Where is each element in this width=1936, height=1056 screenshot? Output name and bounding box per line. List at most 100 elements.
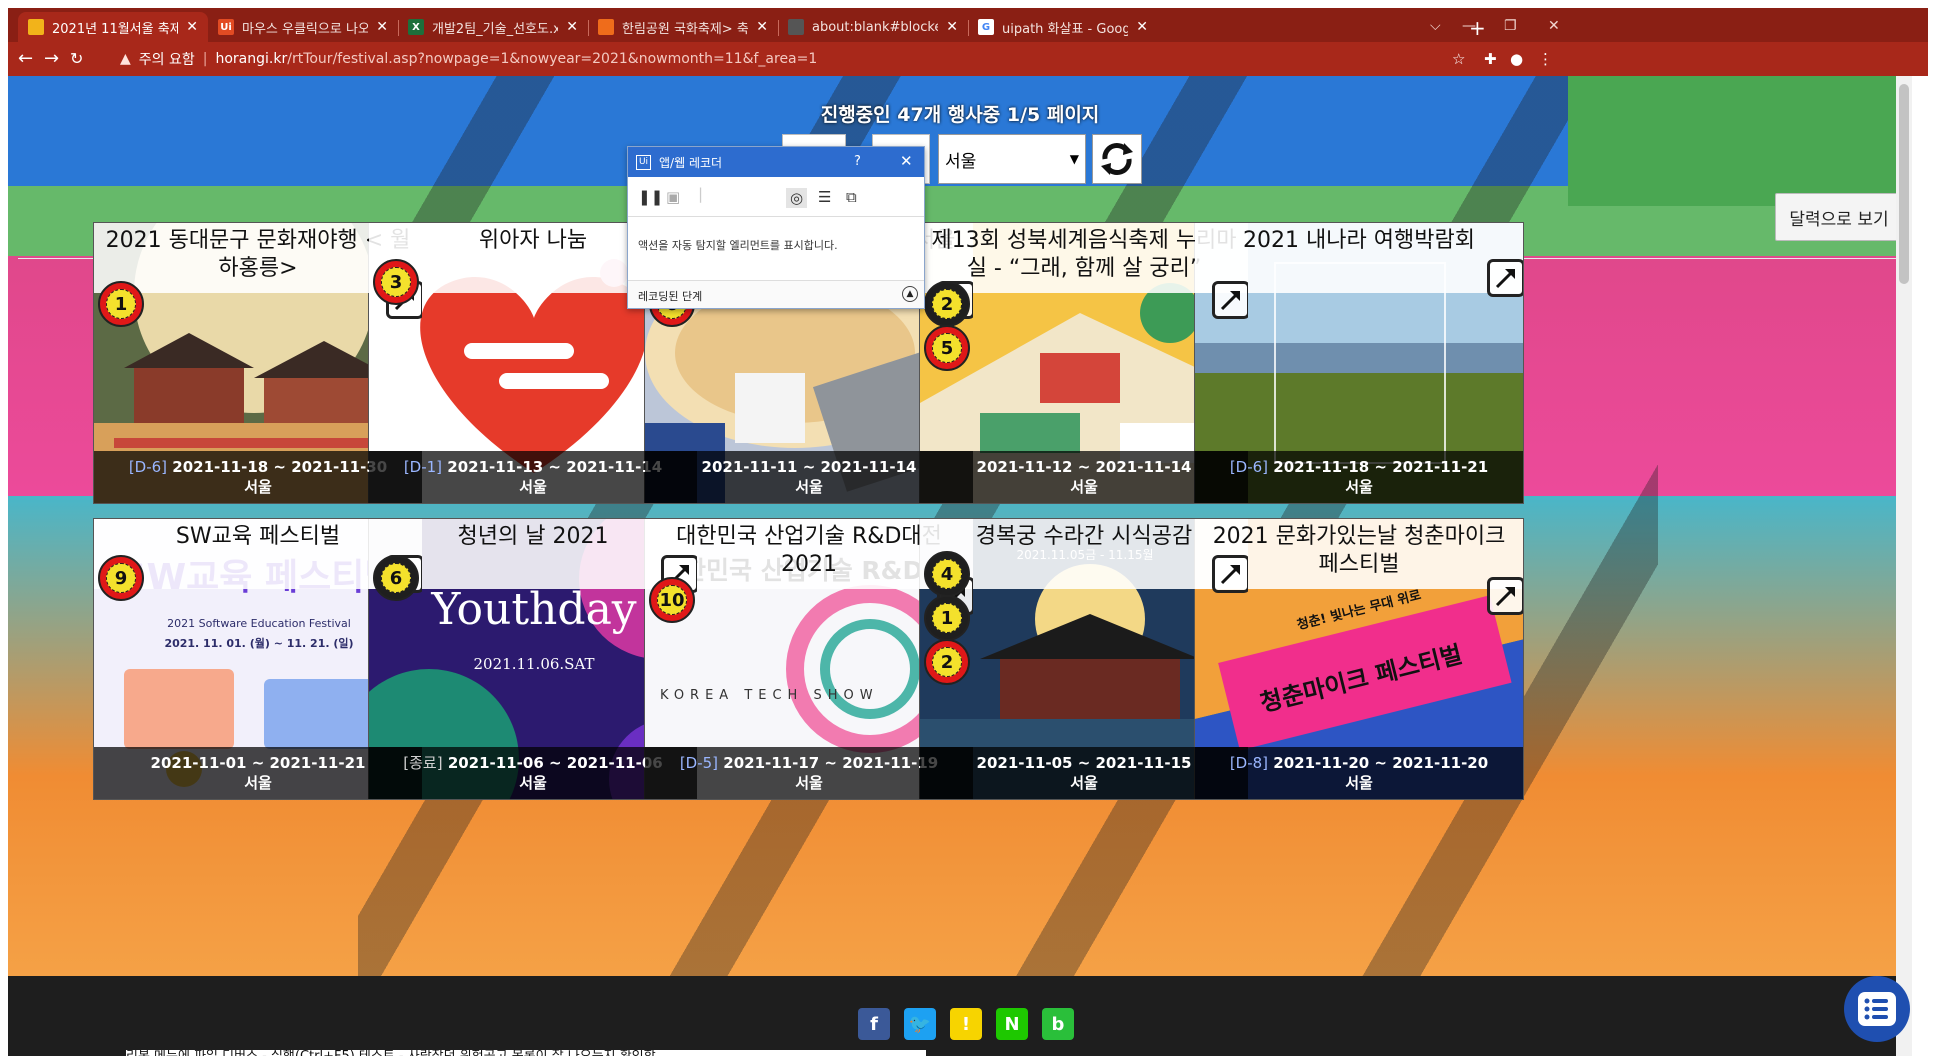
recorder-titlebar[interactable]: Ui 앱/웹 레코더 ? ✕ [628, 147, 924, 177]
step-badge: 10 [649, 577, 695, 623]
close-window-button[interactable]: ✕ [1548, 18, 1560, 34]
naver-icon[interactable]: N [996, 1008, 1028, 1040]
tab-close-icon[interactable]: ✕ [186, 19, 198, 35]
twitter-icon[interactable]: 🐦 [904, 1008, 936, 1040]
step-badge: 9 [98, 555, 144, 601]
scrollbar-thumb[interactable] [1899, 84, 1909, 284]
step-badge: 6 [373, 555, 419, 601]
poster-subtitle-text: KOREA TECH SHOW [660, 688, 879, 703]
step-number: 10 [657, 585, 687, 615]
back-arrow-icon[interactable]: ← [18, 48, 33, 69]
tab-favicon-icon [598, 19, 614, 35]
step-badge: 4 [924, 551, 970, 597]
browser-tab[interactable]: Ui 마우스 우클릭으로 나오는 메뉴 ✕ [208, 12, 398, 42]
security-label[interactable]: 주의 요함 [139, 49, 195, 69]
festival-dates: 2021-11-11 ~ 2021-11-14 [701, 458, 917, 476]
external-link-icon[interactable] [1212, 281, 1248, 319]
chat-button[interactable] [1844, 976, 1910, 1042]
minimize-button[interactable]: — [1462, 18, 1476, 34]
omnibox[interactable]: ▲ 주의 요함 | horangi.kr/rtTour/festival.asp… [120, 46, 1820, 72]
festival-dates: 2021-11-12 ~ 2021-11-14 [976, 458, 1192, 476]
festival-info: [D-6] 2021-11-18 ~ 2021-11-21 서울 [1195, 451, 1523, 503]
external-link-icon[interactable] [1487, 577, 1523, 615]
url-path: /rtTour/festival.asp?nowpage=1&nowyear=2… [287, 51, 818, 67]
tab-title: 한림공원 국화축제> 축제 :대한 [622, 21, 749, 37]
festival-dates: 2021-11-17 ~ 2021-11-19 [723, 754, 939, 772]
web-page: 진행중인 47개 행사중 1/5 페이지 서울 ▼ 달력으로 보기 2021 동… [8, 76, 1912, 1056]
tab-separator [778, 20, 779, 36]
extensions-puzzle-icon[interactable]: ✚ [1484, 50, 1497, 68]
step-number: 6 [381, 563, 411, 593]
uipath-logo-icon: Ui [636, 154, 651, 170]
url-text[interactable]: horangi.kr/rtTour/festival.asp?nowpage=1… [215, 51, 817, 67]
restore-button[interactable]: ❐ [1504, 18, 1517, 34]
tab-close-icon[interactable]: ✕ [946, 19, 958, 35]
auto-detect-icon[interactable]: ◎ [786, 188, 808, 208]
browser-tab[interactable]: about:blank#blocked ✕ [778, 12, 968, 42]
browser-tab[interactable]: Guipath 화살표 - Google 검색 ✕ [968, 12, 1158, 42]
external-link-icon[interactable] [1487, 259, 1523, 297]
step-number: 1 [932, 603, 962, 633]
bookmark-star-icon[interactable]: ☆ [1452, 50, 1465, 68]
step-badge: 2 [924, 639, 970, 685]
help-button[interactable]: ? [854, 154, 861, 169]
save-icon[interactable]: ▣ [666, 188, 680, 206]
browser-menu-icon[interactable]: ⋮ [1538, 50, 1553, 68]
festival-card[interactable]: 2021 내나라 여행박람회 [D-6] 2021-11-18 ~ 2021-11… [1194, 222, 1524, 504]
dday-badge: [D-1] [403, 458, 443, 476]
forward-arrow-icon[interactable]: → [44, 48, 59, 69]
festival-dates: 2021-11-06 ~ 2021-11-06 [447, 754, 663, 772]
facebook-icon[interactable]: f [858, 1008, 890, 1040]
step-number: 4 [932, 559, 962, 589]
screen-capture-icon[interactable]: ⧉ [846, 188, 857, 206]
recorder-close-button[interactable]: ✕ [900, 152, 913, 170]
tab-close-icon[interactable]: ✕ [756, 19, 768, 35]
step-number: 2 [932, 647, 962, 677]
refresh-button[interactable] [1092, 134, 1142, 184]
reload-icon[interactable]: ↻ [70, 49, 83, 68]
poster-date-text: 2021. 11. 01. (월) ~ 11. 21. (일) [164, 636, 353, 650]
tab-separator [968, 20, 969, 36]
tab-favicon-icon [28, 19, 44, 35]
step-badge: 3 [373, 259, 419, 305]
browser-tab[interactable]: 한림공원 국화축제> 축제 :대한 ✕ [588, 12, 778, 42]
band-icon[interactable]: b [1042, 1008, 1074, 1040]
poster-title-text: Youthday [430, 584, 636, 635]
page-scrollbar[interactable] [1896, 76, 1912, 1056]
tab-close-icon[interactable]: ✕ [376, 19, 388, 35]
festival-region: 서울 [1345, 478, 1373, 496]
kakaostory-icon[interactable]: ! [950, 1008, 982, 1040]
browser-tab[interactable]: 2021년 11월서울 축제/행사 안내 ✕ [18, 12, 208, 42]
browser-tab[interactable]: X 개발2팀_기술_선호도.xlsx - Micr ✕ [398, 12, 588, 42]
pause-icon[interactable]: ❚❚ [638, 188, 663, 206]
tab-search-icon[interactable]: ⌵ [1430, 18, 1441, 34]
poster-date-text: 2021.11.06.SAT [474, 655, 595, 673]
toolbar-divider: | [698, 185, 704, 203]
tab-close-icon[interactable]: ✕ [566, 19, 578, 35]
list-settings-icon[interactable]: ☰ [818, 188, 831, 206]
step-number: 1 [106, 289, 136, 319]
calendar-view-button[interactable]: 달력으로 보기 [1775, 193, 1903, 241]
festival-dates: 2021-11-18 ~ 2021-11-30 [172, 458, 388, 476]
step-badge: 1 [98, 281, 144, 327]
step-badge: 1 [924, 595, 970, 641]
warning-icon[interactable]: ▲ [120, 51, 131, 67]
tab-title: uipath 화살표 - Google 검색 [1002, 21, 1129, 37]
recorded-steps-header[interactable]: 레코딩된 단계 ▲ [628, 280, 924, 308]
tab-title: 개발2팀_기술_선호도.xlsx - Micr [432, 21, 559, 37]
tab-title: 마우스 우클릭으로 나오는 메뉴 [242, 21, 369, 37]
tab-favicon-icon: X [408, 19, 424, 35]
region-select[interactable]: 서울 ▼ [938, 134, 1086, 184]
tab-title: 2021년 11월서울 축제/행사 안내 [52, 21, 179, 37]
address-bar-row: ← → ↻ ▲ 주의 요함 | horangi.kr/rtTour/festiv… [8, 42, 1928, 76]
chevron-up-icon[interactable]: ▲ [902, 286, 918, 302]
recorder-message: 액션을 자동 탐지할 엘리먼트를 표시합니다. [638, 239, 838, 252]
profile-avatar-icon[interactable]: ● [1510, 50, 1523, 68]
chevron-down-icon: ▼ [1069, 152, 1079, 166]
step-badge: 5 [924, 325, 970, 371]
external-link-icon[interactable] [1212, 555, 1248, 593]
festival-dates: 2021-11-18 ~ 2021-11-21 [1273, 458, 1489, 476]
refresh-icon [1101, 143, 1133, 175]
festival-dates: 2021-11-01 ~ 2021-11-21 [150, 754, 366, 772]
tab-close-icon[interactable]: ✕ [1136, 19, 1148, 35]
